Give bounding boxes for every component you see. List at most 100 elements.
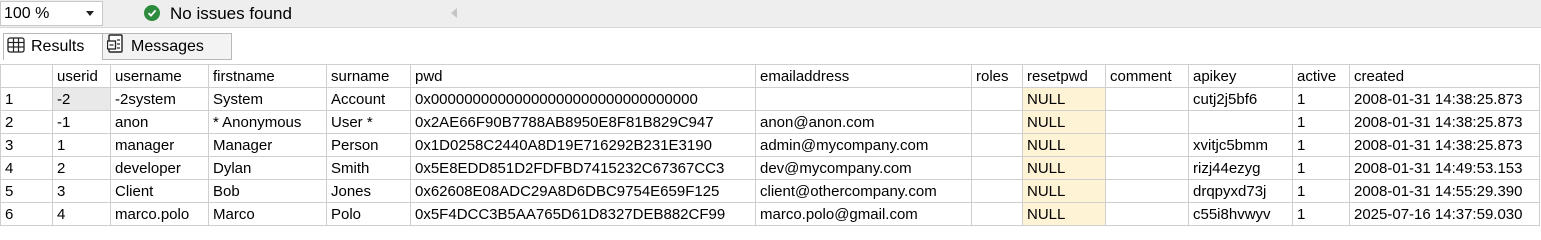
- column-header-roles[interactable]: roles: [971, 64, 1023, 88]
- cell-roles[interactable]: [971, 156, 1023, 180]
- row-number-header[interactable]: [0, 64, 53, 88]
- cell-created[interactable]: 2025-07-16 14:37:59.030: [1349, 202, 1540, 226]
- cell-resetpwd[interactable]: NULL: [1022, 156, 1106, 180]
- column-header-emailaddress[interactable]: emailaddress: [755, 64, 972, 88]
- cell-username[interactable]: marco.polo: [110, 202, 209, 226]
- column-header-pwd[interactable]: pwd: [410, 64, 756, 88]
- cell-firstname[interactable]: Marco: [208, 202, 327, 226]
- cell-userid[interactable]: 1: [52, 133, 111, 157]
- table-row[interactable]: 2 -1 anon * Anonymous User * 0x2AE66F90B7788A…: [0, 110, 1540, 134]
- column-header-surname[interactable]: surname: [326, 64, 411, 88]
- table-row[interactable]: 1 -2 -2system System Account 0x00000000000000…: [0, 87, 1540, 111]
- cell-active[interactable]: 1: [1292, 156, 1350, 180]
- cell-apikey[interactable]: c55i8hvwyv: [1188, 202, 1293, 226]
- cell-pwd[interactable]: 0x2AE66F90B7788AB8950E8F81B829C947: [410, 110, 756, 134]
- row-number-cell[interactable]: 6: [0, 202, 53, 226]
- cell-active[interactable]: 1: [1292, 110, 1350, 134]
- cell-emailaddress[interactable]: marco.polo@gmail.com: [755, 202, 972, 226]
- cell-surname[interactable]: Person: [326, 133, 411, 157]
- cell-firstname[interactable]: * Anonymous: [208, 110, 327, 134]
- column-header-active[interactable]: active: [1292, 64, 1350, 88]
- cell-resetpwd[interactable]: NULL: [1022, 179, 1106, 203]
- scroll-left-icon[interactable]: [451, 8, 457, 18]
- cell-apikey[interactable]: cutj2j5bf6: [1188, 87, 1293, 111]
- cell-emailaddress[interactable]: [755, 87, 972, 111]
- cell-comment[interactable]: [1105, 179, 1189, 203]
- cell-created[interactable]: 2008-01-31 14:38:25.873: [1349, 133, 1540, 157]
- column-header-resetpwd[interactable]: resetpwd: [1022, 64, 1106, 88]
- cell-apikey[interactable]: xvitjc5bmm: [1188, 133, 1293, 157]
- row-number-cell[interactable]: 3: [0, 133, 53, 157]
- cell-created[interactable]: 2008-01-31 14:49:53.153: [1349, 156, 1540, 180]
- cell-active[interactable]: 1: [1292, 202, 1350, 226]
- cell-surname[interactable]: Smith: [326, 156, 411, 180]
- cell-username[interactable]: -2system: [110, 87, 209, 111]
- row-number-cell[interactable]: 1: [0, 87, 53, 111]
- cell-created[interactable]: 2008-01-31 14:55:29.390: [1349, 179, 1540, 203]
- column-header-firstname[interactable]: firstname: [208, 64, 327, 88]
- cell-emailaddress[interactable]: dev@mycompany.com: [755, 156, 972, 180]
- cell-comment[interactable]: [1105, 133, 1189, 157]
- row-number-cell[interactable]: 4: [0, 156, 53, 180]
- cell-resetpwd[interactable]: NULL: [1022, 110, 1106, 134]
- cell-pwd[interactable]: 0x00000000000000000000000000000000: [410, 87, 756, 111]
- cell-resetpwd[interactable]: NULL: [1022, 133, 1106, 157]
- cell-username[interactable]: developer: [110, 156, 209, 180]
- table-row[interactable]: 3 1 manager Manager Person 0x1D0258C2440A8D19…: [0, 133, 1540, 157]
- cell-userid[interactable]: 3: [52, 179, 111, 203]
- cell-comment[interactable]: [1105, 110, 1189, 134]
- cell-resetpwd[interactable]: NULL: [1022, 87, 1106, 111]
- cell-comment[interactable]: [1105, 202, 1189, 226]
- cell-roles[interactable]: [971, 87, 1023, 111]
- column-header-comment[interactable]: comment: [1105, 64, 1189, 88]
- cell-userid[interactable]: 2: [52, 156, 111, 180]
- cell-pwd[interactable]: 0x1D0258C2440A8D19E716292B231E3190: [410, 133, 756, 157]
- table-row[interactable]: 6 4 marco.polo Marco Polo 0x5F4DCC3B5AA765D61…: [0, 202, 1540, 226]
- cell-roles[interactable]: [971, 133, 1023, 157]
- cell-emailaddress[interactable]: admin@mycompany.com: [755, 133, 972, 157]
- cell-surname[interactable]: Polo: [326, 202, 411, 226]
- table-row[interactable]: 4 2 developer Dylan Smith 0x5E8EDD851D2FDFBD7…: [0, 156, 1540, 180]
- cell-username[interactable]: Client: [110, 179, 209, 203]
- row-number-cell[interactable]: 5: [0, 179, 53, 203]
- cell-apikey[interactable]: drqpyxd73j: [1188, 179, 1293, 203]
- cell-comment[interactable]: [1105, 156, 1189, 180]
- cell-firstname[interactable]: Bob: [208, 179, 327, 203]
- cell-created[interactable]: 2008-01-31 14:38:25.873: [1349, 110, 1540, 134]
- column-header-userid[interactable]: userid: [52, 64, 111, 88]
- cell-active[interactable]: 1: [1292, 133, 1350, 157]
- cell-emailaddress[interactable]: anon@anon.com: [755, 110, 972, 134]
- cell-roles[interactable]: [971, 110, 1023, 134]
- cell-surname[interactable]: User *: [326, 110, 411, 134]
- cell-userid[interactable]: 4: [52, 202, 111, 226]
- chevron-down-icon[interactable]: [86, 11, 94, 16]
- zoom-dropdown[interactable]: 100 %: [0, 1, 103, 26]
- cell-resetpwd[interactable]: NULL: [1022, 202, 1106, 226]
- table-row[interactable]: 5 3 Client Bob Jones 0x62608E08ADC29A8D6DBC97…: [0, 179, 1540, 203]
- cell-surname[interactable]: Account: [326, 87, 411, 111]
- cell-roles[interactable]: [971, 179, 1023, 203]
- cell-comment[interactable]: [1105, 87, 1189, 111]
- cell-pwd[interactable]: 0x62608E08ADC29A8D6DBC9754E659F125: [410, 179, 756, 203]
- cell-roles[interactable]: [971, 202, 1023, 226]
- column-header-username[interactable]: username: [110, 64, 209, 88]
- tab-messages[interactable]: Messages: [103, 33, 232, 60]
- cell-userid[interactable]: -1: [52, 110, 111, 134]
- row-number-cell[interactable]: 2: [0, 110, 53, 134]
- cell-active[interactable]: 1: [1292, 179, 1350, 203]
- column-header-created[interactable]: created: [1349, 64, 1540, 88]
- cell-created[interactable]: 2008-01-31 14:38:25.873: [1349, 87, 1540, 111]
- cell-pwd[interactable]: 0x5E8EDD851D2FDFBD7415232C67367CC3: [410, 156, 756, 180]
- cell-pwd[interactable]: 0x5F4DCC3B5AA765D61D8327DEB882CF99: [410, 202, 756, 226]
- cell-firstname[interactable]: System: [208, 87, 327, 111]
- cell-apikey[interactable]: rizj44ezyg: [1188, 156, 1293, 180]
- cell-surname[interactable]: Jones: [326, 179, 411, 203]
- tab-results[interactable]: Results: [3, 33, 103, 60]
- cell-userid[interactable]: -2: [52, 87, 111, 111]
- cell-firstname[interactable]: Dylan: [208, 156, 327, 180]
- cell-username[interactable]: anon: [110, 110, 209, 134]
- cell-apikey[interactable]: [1188, 110, 1293, 134]
- cell-firstname[interactable]: Manager: [208, 133, 327, 157]
- column-header-apikey[interactable]: apikey: [1188, 64, 1293, 88]
- cell-username[interactable]: manager: [110, 133, 209, 157]
